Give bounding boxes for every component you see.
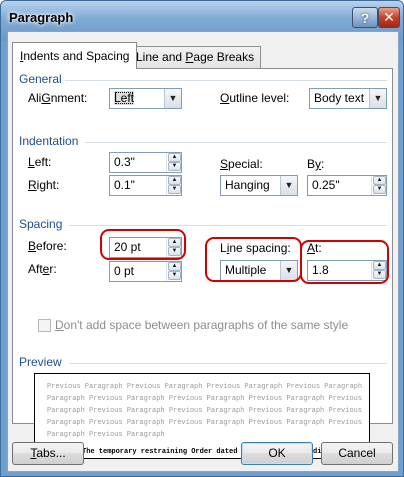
dont-add-space-checkbox[interactable] — [38, 319, 51, 332]
spin-up-icon[interactable]: ▲ — [168, 262, 181, 271]
chevron-down-icon[interactable]: ▼ — [164, 89, 181, 108]
special-label: Special: — [220, 157, 263, 171]
before-value: 20 pt — [114, 240, 141, 254]
section-divider — [69, 363, 387, 364]
paragraph-dialog: Paragraph ? ✕ Indents and Spacing Line a… — [0, 0, 404, 477]
dialog-body: Indents and Spacing Line and Page Breaks… — [7, 31, 399, 472]
tab-line-and-page-breaks[interactable]: Line and Page Breaks — [129, 46, 262, 68]
special-dropdown[interactable]: Hanging ▼ — [220, 175, 298, 196]
preview-previous-line: Previous Paragraph Previous Paragraph Pr… — [47, 383, 363, 391]
left-indent-spinner[interactable]: 0.3" ▲ ▼ — [109, 152, 182, 173]
spin-up-icon[interactable]: ▲ — [373, 261, 386, 270]
spin-up-icon[interactable]: ▲ — [168, 153, 181, 162]
section-spacing-title: Spacing — [19, 217, 63, 231]
right-indent-label: Right: — [28, 178, 60, 192]
spinner-buttons[interactable]: ▲ ▼ — [371, 261, 386, 280]
close-icon: ✕ — [383, 9, 395, 25]
line-spacing-dropdown[interactable]: Multiple ▼ — [220, 260, 298, 281]
alignment-label: AliGnment: — [28, 91, 88, 105]
spinner-buttons[interactable]: ▲ ▼ — [166, 176, 181, 195]
alignment-value: Left — [114, 91, 135, 105]
before-label: Before: — [28, 239, 67, 253]
left-indent-label: Left: — [28, 155, 52, 169]
chevron-down-icon[interactable]: ▼ — [369, 89, 386, 108]
preview-previous-line: Paragraph Previous Paragraph Previous Pa… — [47, 419, 363, 427]
at-value: 1.8 — [312, 263, 329, 277]
by-value: 0.25" — [312, 178, 340, 192]
chevron-down-icon[interactable]: ▼ — [280, 261, 297, 280]
line-spacing-label: Line spacing: — [220, 241, 291, 255]
alignment-dropdown[interactable]: Left ▼ — [109, 88, 182, 109]
spin-down-icon[interactable]: ▼ — [373, 270, 386, 279]
section-divider — [69, 225, 387, 226]
after-spinner[interactable]: 0 pt ▲ ▼ — [109, 261, 182, 282]
spinner-buttons[interactable]: ▲ ▼ — [166, 262, 181, 281]
left-indent-value: 0.3" — [114, 155, 135, 169]
spinner-buttons[interactable]: ▲ ▼ — [166, 238, 181, 257]
chevron-down-icon[interactable]: ▼ — [280, 176, 297, 195]
at-label: At: — [307, 241, 322, 255]
ok-button[interactable]: OK — [241, 442, 313, 465]
after-label: After: — [28, 262, 57, 276]
outline-level-dropdown[interactable]: Body text ▼ — [309, 88, 387, 109]
right-indent-value: 0.1" — [114, 178, 135, 192]
dont-add-space-label: Don't add space between paragraphs of th… — [55, 318, 349, 332]
spin-up-icon[interactable]: ▲ — [373, 176, 386, 185]
tab-indents-and-spacing[interactable]: Indents and Spacing — [12, 42, 138, 69]
spin-down-icon[interactable]: ▼ — [168, 271, 181, 280]
tab-panel: General AliGnment: Left ▼ Outline level:… — [12, 68, 393, 459]
section-indentation-title: Indentation — [19, 134, 79, 148]
help-icon: ? — [360, 9, 370, 26]
spin-down-icon[interactable]: ▼ — [373, 185, 386, 194]
spin-down-icon[interactable]: ▼ — [168, 185, 181, 194]
line-spacing-value: Multiple — [225, 263, 267, 277]
preview-previous-line: Paragraph Previous Paragraph Previous Pa… — [47, 407, 363, 415]
by-spinner[interactable]: 0.25" ▲ ▼ — [307, 175, 387, 196]
tabs-button[interactable]: Tabs... — [12, 442, 84, 465]
dialog-title: Paragraph — [9, 10, 74, 25]
special-value: Hanging — [225, 178, 270, 192]
preview-pane: Previous Paragraph Previous Paragraph Pr… — [34, 373, 370, 459]
outline-level-label: Outline level: — [220, 91, 290, 105]
after-value: 0 pt — [114, 264, 135, 278]
close-button[interactable]: ✕ — [378, 7, 400, 28]
help-button[interactable]: ? — [352, 7, 378, 28]
right-indent-spinner[interactable]: 0.1" ▲ ▼ — [109, 175, 182, 196]
section-preview-title: Preview — [19, 355, 62, 369]
section-general-title: General — [19, 72, 62, 86]
spin-down-icon[interactable]: ▼ — [168, 247, 181, 256]
spin-up-icon[interactable]: ▲ — [168, 238, 181, 247]
spinner-buttons[interactable]: ▲ ▼ — [371, 176, 386, 195]
spin-up-icon[interactable]: ▲ — [168, 176, 181, 185]
cancel-button[interactable]: Cancel — [321, 442, 393, 465]
preview-previous-line: Paragraph Previous Paragraph — [47, 431, 165, 439]
by-label: By: — [307, 157, 325, 171]
section-divider — [65, 80, 387, 81]
spin-down-icon[interactable]: ▼ — [168, 162, 181, 171]
before-spinner[interactable]: 20 pt ▲ ▼ — [109, 237, 182, 258]
spinner-buttons[interactable]: ▲ ▼ — [166, 153, 181, 172]
at-spinner[interactable]: 1.8 ▲ ▼ — [307, 260, 387, 281]
preview-previous-line: Paragraph Previous Paragraph Previous Pa… — [47, 395, 363, 403]
section-divider — [85, 142, 387, 143]
outline-level-value: Body text — [314, 91, 365, 105]
